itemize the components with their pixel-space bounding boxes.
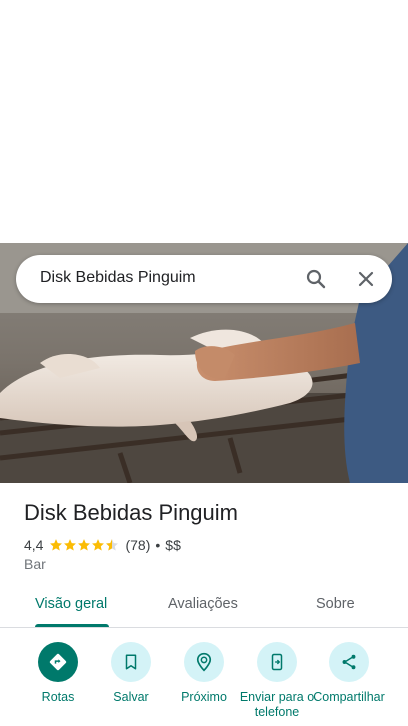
bookmark-icon xyxy=(111,642,151,682)
place-title: Disk Bebidas Pinguim xyxy=(24,500,238,525)
tab-reviews[interactable]: Avaliações xyxy=(168,596,238,612)
save-label: Salvar xyxy=(113,690,149,704)
search-icon[interactable] xyxy=(304,267,328,291)
rating-value: 4,4 xyxy=(24,537,44,553)
star-full-icon xyxy=(92,539,105,551)
tab-bar: Visão geral Avaliações Sobre xyxy=(0,586,408,628)
directions-button[interactable]: Rotas xyxy=(20,640,96,705)
search-bar[interactable]: Disk Bebidas Pinguim xyxy=(16,255,392,303)
map-blank-area xyxy=(0,0,408,243)
directions-label: Rotas xyxy=(41,690,75,704)
active-tab-indicator xyxy=(35,624,109,627)
nearby-label: Próximo xyxy=(181,690,227,704)
tab-about[interactable]: Sobre xyxy=(316,596,355,612)
star-full-icon xyxy=(64,539,77,551)
price-level: $$ xyxy=(165,537,181,553)
search-input[interactable]: Disk Bebidas Pinguim xyxy=(40,269,196,287)
close-icon[interactable] xyxy=(354,267,378,291)
send-to-phone-icon xyxy=(257,642,297,682)
tab-overview[interactable]: Visão geral xyxy=(35,596,107,612)
save-button[interactable]: Salvar xyxy=(93,640,169,705)
send-to-phone-label: Enviar para o telefone xyxy=(239,690,315,719)
send-to-phone-button[interactable]: Enviar para o telefone xyxy=(239,640,315,720)
review-count[interactable]: (78) xyxy=(125,537,150,553)
separator-dot: • xyxy=(155,537,161,553)
star-half-icon xyxy=(106,539,119,551)
star-full-icon xyxy=(50,539,63,551)
share-label: Compartilhar xyxy=(313,690,385,704)
share-button[interactable]: Compartilhar xyxy=(311,640,387,705)
share-icon xyxy=(329,642,369,682)
nearby-icon xyxy=(184,642,224,682)
star-full-icon xyxy=(78,539,91,551)
place-category: Bar xyxy=(24,556,46,572)
nearby-button[interactable]: Próximo xyxy=(166,640,242,705)
action-bar: Rotas Salvar Próximo Enviar para o telef… xyxy=(0,640,408,726)
directions-icon xyxy=(38,642,78,682)
rating-row[interactable]: 4,4 (78) • $$ xyxy=(24,536,181,554)
rating-stars xyxy=(49,538,119,552)
